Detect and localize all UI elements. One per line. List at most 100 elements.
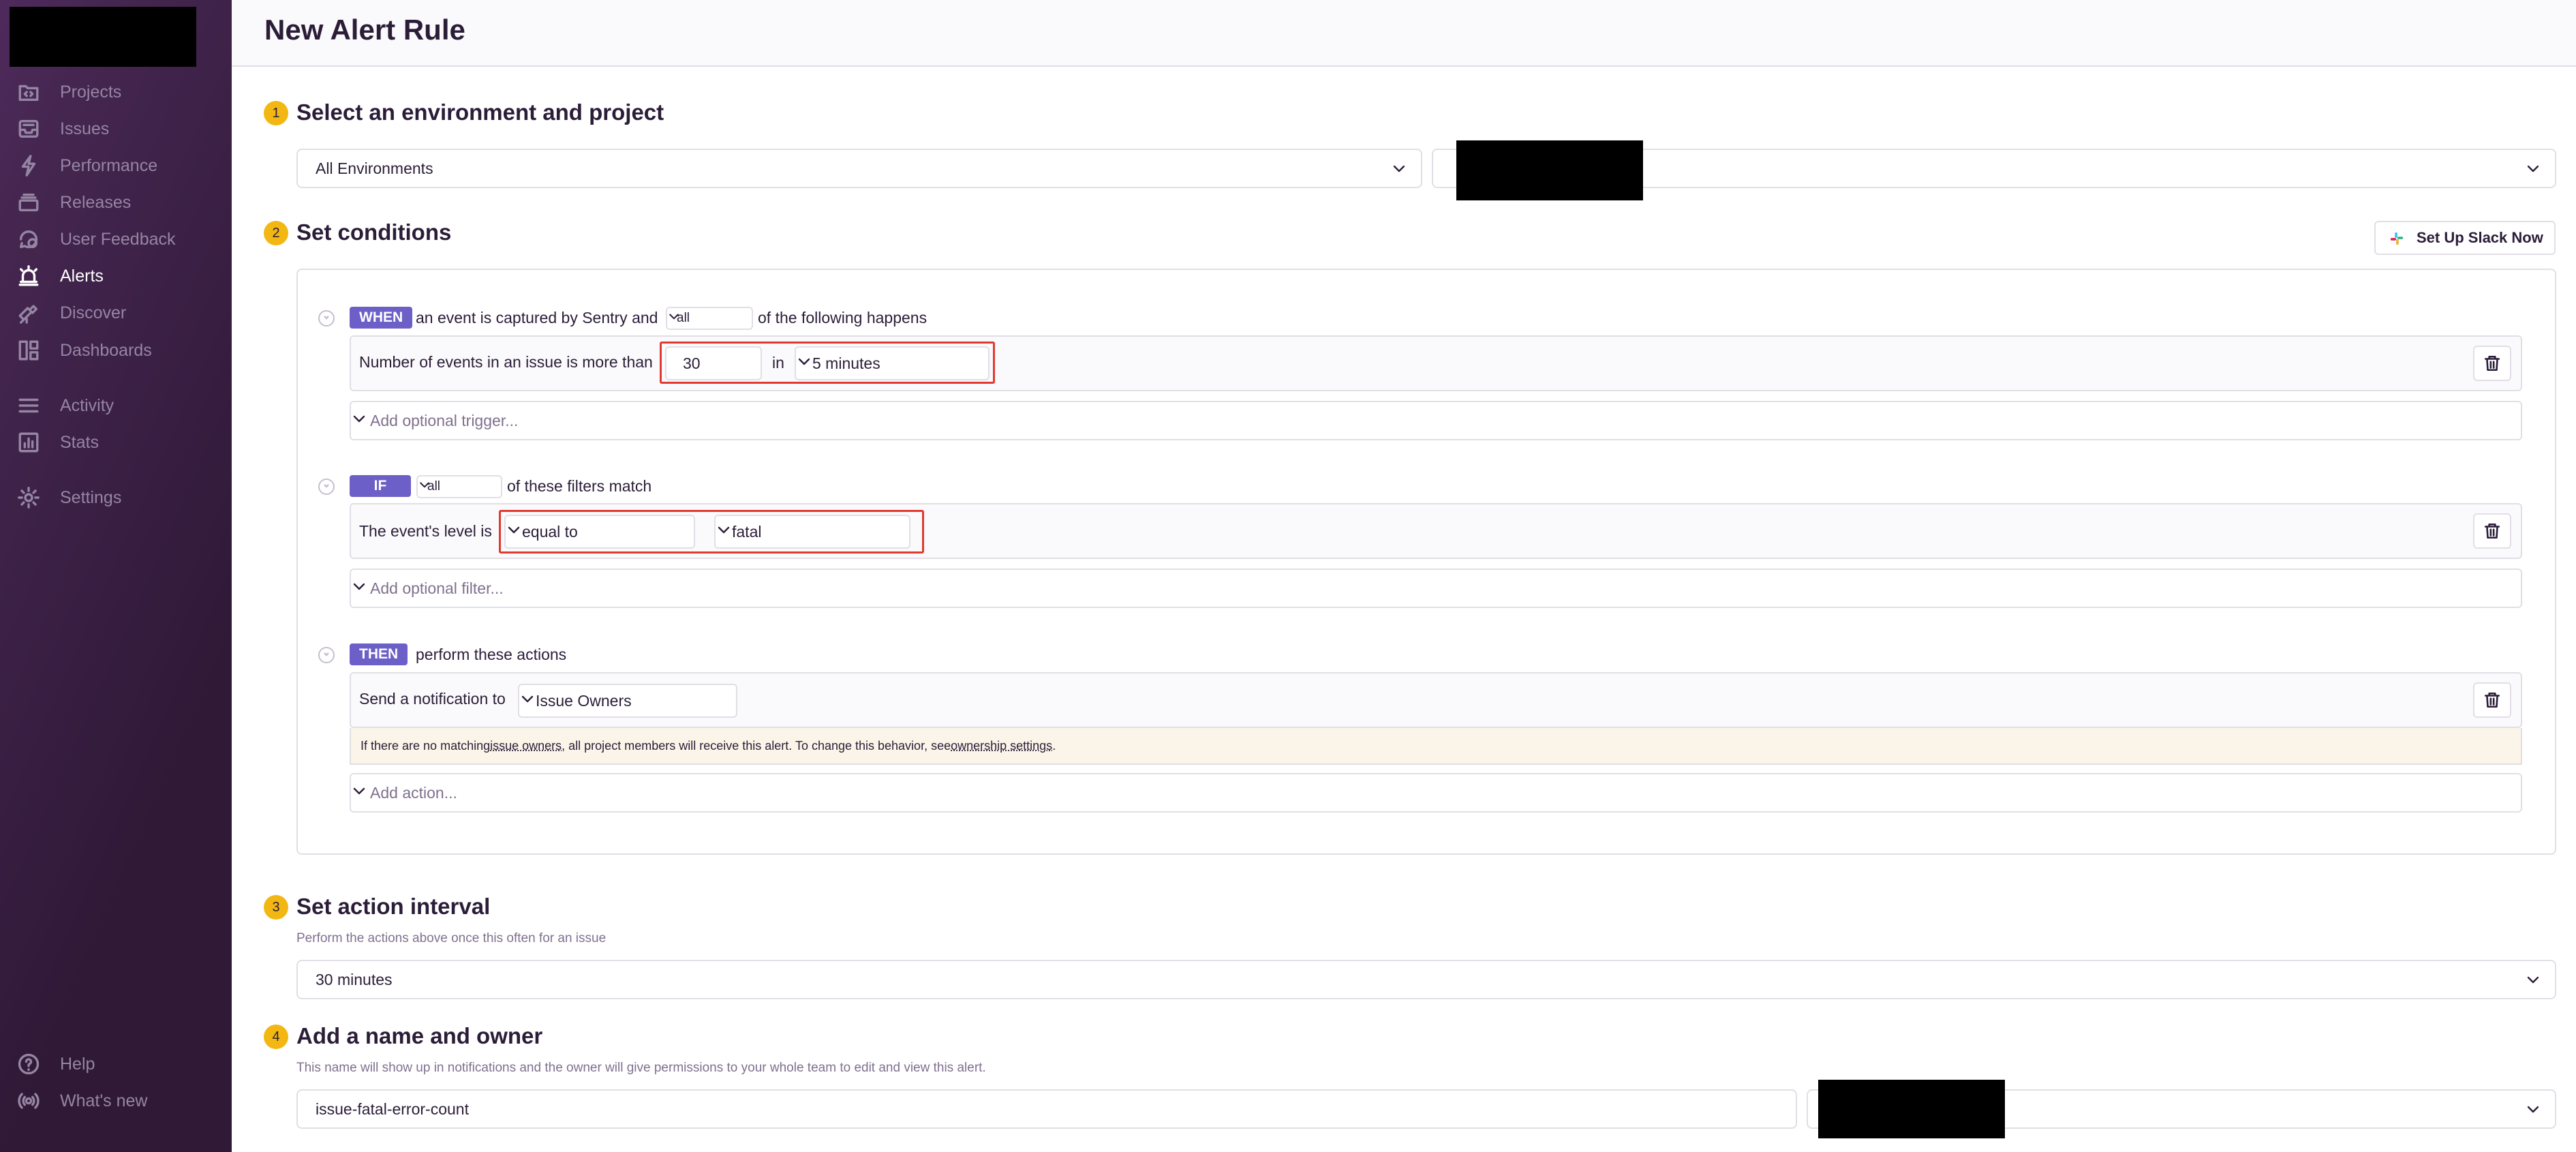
step-help-text: This name will show up in notifications … bbox=[296, 1061, 986, 1075]
if-match-value: all bbox=[427, 479, 441, 494]
step-number-badge: 1 bbox=[264, 101, 288, 125]
sidebar-item-label: Releases bbox=[60, 192, 132, 212]
chevron-down-icon bbox=[2525, 1101, 2541, 1117]
sidebar-item-label: Projects bbox=[60, 82, 122, 102]
sidebar-item-label: Activity bbox=[60, 395, 114, 415]
chevron-down-icon bbox=[519, 691, 536, 711]
notification-target-value: Issue Owners bbox=[536, 691, 632, 710]
chevron-down-icon bbox=[351, 783, 367, 803]
if-badge: IF bbox=[350, 475, 411, 497]
redacted-project-name bbox=[1456, 140, 1643, 200]
user-feedback-icon bbox=[16, 227, 41, 252]
if-text-after: of these filters match bbox=[507, 477, 652, 495]
environment-select-value: All Environments bbox=[316, 159, 433, 177]
then-badge: THEN bbox=[350, 643, 408, 665]
add-filter-select[interactable]: Add optional filter... bbox=[350, 569, 2522, 608]
sidebar-item-help[interactable]: Help bbox=[0, 1047, 232, 1081]
environment-select[interactable]: All Environments bbox=[296, 149, 1422, 188]
projects-icon bbox=[16, 80, 41, 104]
add-trigger-select[interactable]: Add optional trigger... bbox=[350, 401, 2522, 440]
step-number-badge: 3 bbox=[264, 895, 288, 920]
in-label: in bbox=[772, 354, 784, 372]
sidebar-item-user-feedback[interactable]: User Feedback bbox=[0, 222, 232, 256]
action-interval-value: 30 minutes bbox=[316, 970, 393, 988]
level-select[interactable]: fatal bbox=[714, 515, 910, 549]
add-action-placeholder: Add action... bbox=[370, 783, 457, 802]
sidebar-item-issues[interactable]: Issues bbox=[0, 112, 232, 146]
step-title: Set action interval bbox=[296, 894, 491, 919]
chevron-down-icon bbox=[2525, 160, 2541, 177]
delete-filter-button[interactable] bbox=[2473, 513, 2511, 549]
notification-target-select[interactable]: Issue Owners bbox=[518, 684, 737, 718]
page-title: New Alert Rule bbox=[264, 14, 465, 46]
issue-owners-link[interactable]: issue owners bbox=[490, 739, 562, 753]
releases-icon bbox=[16, 190, 41, 215]
step-number-badge: 4 bbox=[264, 1025, 288, 1049]
step-help-text: Perform the actions above once this ofte… bbox=[296, 931, 607, 945]
sidebar-item-label: Help bbox=[60, 1054, 95, 1074]
organization-logo[interactable] bbox=[10, 7, 196, 67]
trash-icon bbox=[2484, 523, 2500, 539]
step-title: Select an environment and project bbox=[296, 100, 664, 125]
sidebar-item-discover[interactable]: Discover bbox=[0, 296, 232, 330]
comparison-select-value: equal to bbox=[522, 522, 578, 541]
help-icon bbox=[16, 1052, 41, 1076]
chevron-down-icon bbox=[1391, 160, 1407, 177]
performance-icon bbox=[16, 153, 41, 178]
event-count-value: 30 bbox=[683, 354, 701, 372]
rule-name-input[interactable]: issue-fatal-error-count bbox=[296, 1089, 1797, 1129]
sidebar-item-label: Performance bbox=[60, 155, 158, 175]
setup-slack-button[interactable]: Set Up Slack Now bbox=[2374, 221, 2556, 255]
sidebar-item-label: User Feedback bbox=[60, 229, 176, 249]
event-count-input[interactable]: 30 bbox=[665, 346, 762, 380]
sidebar-item-settings[interactable]: Settings bbox=[0, 481, 232, 515]
sidebar-item-dashboards[interactable]: Dashboards bbox=[0, 333, 232, 367]
sidebar-item-performance[interactable]: Performance bbox=[0, 149, 232, 183]
step-dot-icon bbox=[318, 479, 335, 495]
delete-trigger-button[interactable] bbox=[2473, 346, 2511, 381]
chevron-down-icon bbox=[716, 521, 732, 542]
when-badge: WHEN bbox=[350, 307, 413, 329]
trash-icon bbox=[2484, 355, 2500, 372]
step-title: Add a name and owner bbox=[296, 1023, 543, 1048]
sidebar-item-projects[interactable]: Projects bbox=[0, 75, 232, 109]
chevron-down-icon bbox=[351, 578, 367, 598]
warning-text: If there are no matching bbox=[361, 738, 491, 753]
chevron-down-icon bbox=[2525, 971, 2541, 988]
sidebar-item-label: Stats bbox=[60, 432, 99, 452]
chevron-down-icon bbox=[351, 410, 367, 431]
chevron-down-icon bbox=[506, 521, 522, 542]
dashboards-icon bbox=[16, 338, 41, 363]
action-interval-select[interactable]: 30 minutes bbox=[296, 960, 2556, 999]
sidebar-item-label: What's new bbox=[60, 1091, 148, 1110]
sidebar-item-releases[interactable]: Releases bbox=[0, 185, 232, 219]
sidebar-item-activity[interactable]: Activity bbox=[0, 389, 232, 423]
if-match-select[interactable]: all bbox=[416, 475, 502, 498]
sidebar-item-alerts[interactable]: Alerts bbox=[0, 259, 232, 293]
slack-icon bbox=[2390, 232, 2404, 245]
add-filter-placeholder: Add optional filter... bbox=[370, 579, 504, 597]
delete-action-button[interactable] bbox=[2473, 682, 2511, 718]
when-text-after: of the following happens bbox=[758, 309, 927, 327]
add-action-select[interactable]: Add action... bbox=[350, 773, 2522, 813]
sidebar-item-label: Issues bbox=[60, 119, 110, 138]
step-title: Set conditions bbox=[296, 219, 452, 245]
step-number-badge: 2 bbox=[264, 221, 288, 245]
sidebar-item-label: Alerts bbox=[60, 266, 104, 286]
sidebar-item-label: Settings bbox=[60, 487, 122, 507]
sidebar: Projects Issues Performance Releases Use… bbox=[0, 0, 232, 1152]
discover-icon bbox=[16, 301, 41, 325]
when-text-before: an event is captured by Sentry and bbox=[416, 309, 658, 327]
page-header: New Alert Rule bbox=[232, 0, 2576, 67]
action-label: Send a notification to bbox=[359, 690, 506, 708]
sidebar-item-whats-new[interactable]: What's new bbox=[0, 1084, 232, 1118]
ownership-settings-link[interactable]: ownership settings bbox=[951, 739, 1052, 753]
sidebar-item-label: Discover bbox=[60, 303, 127, 322]
interval-select[interactable]: 5 minutes bbox=[795, 346, 990, 380]
comparison-select[interactable]: equal to bbox=[504, 515, 695, 549]
alerts-icon bbox=[16, 264, 41, 288]
filter-condition-label: The event's level is bbox=[359, 522, 492, 540]
sidebar-item-label: Dashboards bbox=[60, 340, 152, 360]
sidebar-item-stats[interactable]: Stats bbox=[0, 425, 232, 459]
when-match-select[interactable]: all bbox=[666, 307, 753, 330]
